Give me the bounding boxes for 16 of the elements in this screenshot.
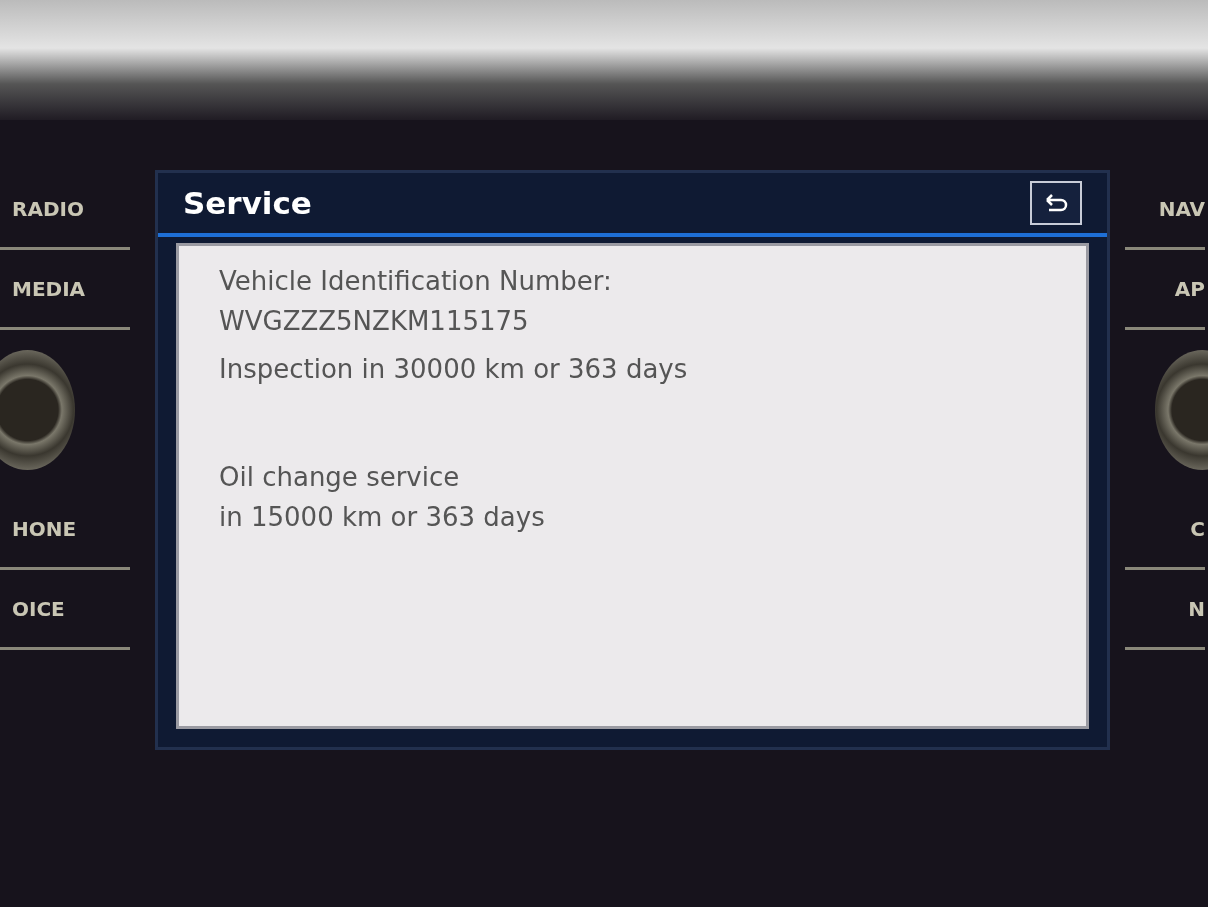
phone-button-label[interactable]: HONE xyxy=(0,490,130,570)
back-button[interactable] xyxy=(1030,181,1082,225)
screen-title: Service xyxy=(183,185,312,221)
info-text: Vehicle Identification Number: xyxy=(219,265,613,298)
voice-button-label[interactable]: OICE xyxy=(0,570,130,650)
info-text: Inspection in 30000 km or 363 days xyxy=(219,353,689,386)
info-text: WVGZZZ5NZKM115175 xyxy=(219,305,530,338)
side-button-label[interactable]: C xyxy=(1125,490,1205,570)
info-text: Oil change service xyxy=(219,461,461,494)
radio-button-label[interactable]: RADIO xyxy=(0,170,130,250)
nav-button-label[interactable]: NAV xyxy=(1125,170,1205,250)
side-button-label[interactable]: N xyxy=(1125,570,1205,650)
app-button-label[interactable]: AP xyxy=(1125,250,1205,330)
back-icon xyxy=(1043,192,1069,214)
media-button-label[interactable]: MEDIA xyxy=(0,250,130,330)
info-text: in 15000 km or 363 days xyxy=(219,501,546,534)
